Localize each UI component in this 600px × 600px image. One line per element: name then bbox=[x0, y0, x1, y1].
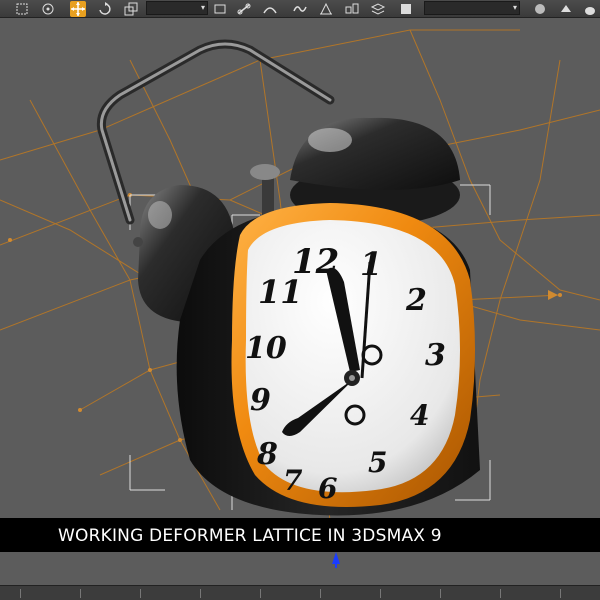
move-icon[interactable] bbox=[70, 1, 86, 17]
timeline-tick bbox=[380, 589, 381, 598]
chevron-down-icon: ▾ bbox=[200, 3, 205, 12]
snap-icon[interactable] bbox=[40, 1, 56, 17]
chevron-down-icon: ▾ bbox=[512, 3, 517, 12]
named-selection-dropdown[interactable]: ▾ bbox=[424, 1, 520, 15]
time-slider[interactable] bbox=[0, 585, 600, 600]
scale-icon[interactable] bbox=[123, 1, 139, 17]
numeral-8: 8 bbox=[256, 437, 278, 472]
reference-coord-dropdown[interactable]: ▾ bbox=[146, 1, 208, 15]
caption-text: WORKING DEFORMER LATTICE IN 3DSMAX 9 bbox=[58, 526, 442, 546]
curve-icon[interactable] bbox=[292, 1, 308, 17]
align-icon[interactable] bbox=[344, 1, 360, 17]
rotate-icon[interactable] bbox=[97, 1, 113, 17]
numeral-6: 6 bbox=[318, 472, 337, 505]
timeline-tick bbox=[260, 589, 261, 598]
timeline-tick bbox=[140, 589, 141, 598]
numeral-5: 5 bbox=[368, 446, 387, 479]
numeral-10: 10 bbox=[245, 331, 287, 366]
select-region-icon[interactable] bbox=[14, 1, 30, 17]
teapot-icon[interactable] bbox=[582, 1, 598, 17]
timeline-tick bbox=[320, 589, 321, 598]
numeral-9: 9 bbox=[250, 383, 271, 418]
layers-icon[interactable] bbox=[370, 1, 386, 17]
timeline-tick bbox=[200, 589, 201, 598]
view-icon[interactable] bbox=[212, 1, 228, 17]
main-toolbar: ▾ ▾ bbox=[0, 0, 600, 18]
timeline-tick bbox=[440, 589, 441, 598]
link-icon[interactable] bbox=[236, 1, 252, 17]
timeline-tick bbox=[500, 589, 501, 598]
numeral-4: 4 bbox=[410, 399, 429, 432]
numeral-2: 2 bbox=[405, 283, 427, 318]
scene-render: 12 1 2 3 4 5 6 7 8 9 10 11 bbox=[0, 29, 600, 568]
numeral-7: 7 bbox=[283, 464, 303, 497]
app-window: ▾ ▾ 12 2 3 4 5 6 7 8 9 10 11 WORKING DEF… bbox=[0, 0, 600, 600]
timeline-tick bbox=[80, 589, 81, 598]
timeline-tick bbox=[560, 589, 561, 598]
timeline-tick bbox=[20, 589, 21, 598]
numeral-11: 11 bbox=[258, 273, 303, 311]
snooze-button bbox=[250, 164, 280, 218]
perspective-viewport[interactable]: 12 1 2 3 4 5 6 7 8 9 10 11 bbox=[0, 18, 600, 585]
bind-icon[interactable] bbox=[262, 1, 278, 17]
numeral-3: 3 bbox=[425, 338, 446, 373]
material-icon[interactable] bbox=[532, 1, 548, 17]
quick-render-icon[interactable] bbox=[558, 1, 574, 17]
render-icon[interactable] bbox=[398, 1, 414, 17]
mirror-icon[interactable] bbox=[318, 1, 334, 17]
